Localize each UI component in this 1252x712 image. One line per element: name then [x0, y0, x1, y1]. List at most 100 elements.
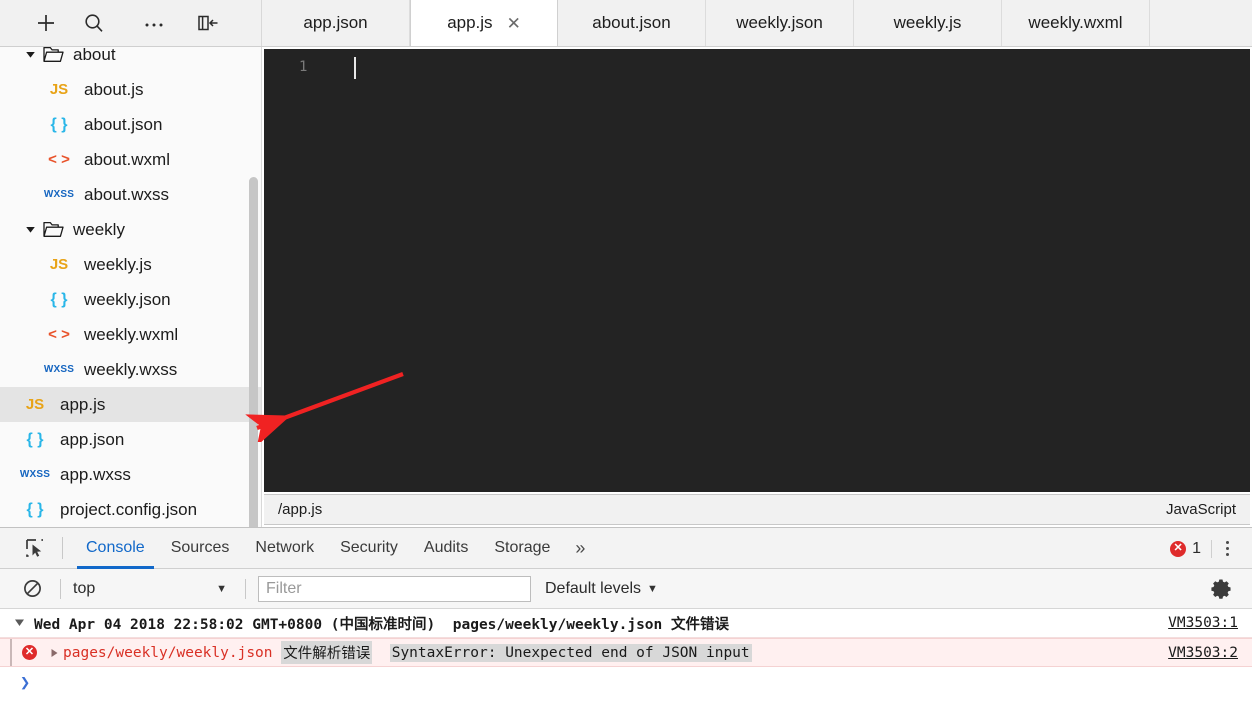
tree-folder-about[interactable]: about [0, 47, 261, 72]
tree-item-label: about [73, 47, 116, 64]
folder-icon [42, 221, 64, 238]
error-icon: ✕ [1170, 540, 1187, 557]
console-filter-bar: top ▼ Default levels ▼ [0, 569, 1252, 609]
text-cursor [354, 57, 356, 79]
add-icon[interactable] [22, 3, 70, 43]
tree-folder-weekly[interactable]: weekly [0, 212, 261, 247]
editor-toolbar [0, 0, 262, 46]
tree-file-about-wxss[interactable]: WXSS about.wxss [0, 177, 261, 212]
tree-file-about-json[interactable]: { } about.json [0, 107, 261, 142]
editor-horizontal-scrollbar[interactable] [266, 49, 1250, 56]
console-prompt-row[interactable]: ❯ [0, 667, 1252, 699]
console-output[interactable]: Wed Apr 04 2018 22:58:02 GMT+0800 (中国标准时… [0, 609, 1252, 711]
collapse-arrow-icon[interactable] [10, 618, 28, 628]
devtools-tab-console[interactable]: Console [73, 528, 158, 569]
console-source-link[interactable]: VM3503:1 [1168, 615, 1238, 631]
tree-file-project-config-json[interactable]: { } project.config.json [0, 492, 261, 527]
inspect-element-icon[interactable] [18, 531, 52, 565]
devtools-tab-storage[interactable]: Storage [481, 528, 563, 569]
js-file-icon: JS [49, 81, 69, 98]
tree-file-about-js[interactable]: JS about.js [0, 72, 261, 107]
tree-file-weekly-json[interactable]: { } weekly.json [0, 282, 261, 317]
collapse-panel-icon[interactable] [184, 3, 232, 43]
console-source-link[interactable]: VM3503:2 [1168, 645, 1238, 661]
gear-icon[interactable] [1210, 577, 1234, 601]
search-icon[interactable] [70, 3, 118, 43]
devtools-window: app.json app.js ✕ about.json weekly.json week… [0, 0, 1252, 712]
chevron-down-icon[interactable] [22, 222, 38, 238]
devtools-menu-icon[interactable] [1212, 528, 1242, 569]
tree-file-about-wxml[interactable]: < > about.wxml [0, 142, 261, 177]
console-log-timestamp: Wed Apr 04 2018 22:58:02 GMT+0800 (中国标准时… [34, 616, 436, 633]
wxss-file-icon: WXSS [43, 188, 75, 200]
toolbar-divider [60, 578, 61, 599]
code-editor-pane: 1 /app.js JavaScript [262, 47, 1252, 527]
tree-item-label: about.wxss [84, 184, 170, 204]
wxss-file-icon: WXSS [19, 468, 51, 480]
console-filter-input[interactable] [258, 575, 531, 602]
tree-item-label: about.wxml [84, 149, 170, 169]
tree-item-label: weekly.wxml [84, 324, 179, 344]
tree-item-label: app.js [60, 394, 106, 414]
prompt-chevron-icon: ❯ [20, 673, 31, 693]
tree-file-app-js[interactable]: JS app.js [0, 387, 261, 422]
chevron-down-icon[interactable] [22, 47, 38, 63]
log-levels-select[interactable]: Default levels ▼ [545, 580, 658, 598]
console-error-link[interactable]: pages/weekly/weekly.json [63, 645, 273, 661]
tree-item-label: about.js [84, 79, 144, 99]
error-count-value: 1 [1192, 539, 1201, 557]
json-file-icon: { } [26, 430, 44, 448]
editor-tab-label: app.js [447, 13, 493, 32]
editor-tab-about-json[interactable]: about.json [558, 0, 706, 46]
json-file-icon: { } [50, 115, 68, 133]
code-editor[interactable]: 1 [264, 49, 1250, 492]
tree-file-app-json[interactable]: { } app.json [0, 422, 261, 457]
more-tabs-icon[interactable]: » [563, 528, 597, 569]
status-file-path: /app.js [278, 501, 323, 518]
console-log-row[interactable]: ✕ pages/weekly/weekly.json 文件解析错误 SyntaxE… [0, 638, 1252, 667]
clear-console-icon[interactable] [16, 573, 48, 605]
editor-tab-label: app.json [303, 13, 368, 32]
error-count-badge[interactable]: ✕ 1 [1170, 539, 1212, 558]
tree-file-weekly-wxml[interactable]: < > weekly.wxml [0, 317, 261, 352]
tree-item-label: weekly.wxss [84, 359, 178, 379]
editor-tab-weekly-wxml[interactable]: weekly.wxml [1002, 0, 1150, 46]
file-tree-panel[interactable]: about JS about.js{ } about.json < > about.wxm… [0, 47, 262, 527]
devtools-panel: Console Sources Network Security Audits Stora… [0, 527, 1252, 712]
tree-item-label: project.config.json [60, 499, 198, 519]
console-log-row[interactable]: Wed Apr 04 2018 22:58:02 GMT+0800 (中国标准时… [0, 609, 1252, 638]
tree-file-app-wxss[interactable]: WXSS app.wxss [0, 457, 261, 492]
close-icon[interactable]: ✕ [507, 15, 521, 32]
devtools-tab-sources[interactable]: Sources [158, 528, 243, 569]
tree-item-label: app.json [60, 429, 125, 449]
log-levels-value: Default levels [545, 579, 642, 597]
devtools-tab-audits[interactable]: Audits [411, 528, 481, 569]
tree-item-label: weekly.js [84, 254, 152, 274]
js-file-icon: JS [49, 256, 69, 273]
devtools-tab-security[interactable]: Security [327, 528, 411, 569]
editor-tab-label: weekly.wxml [1028, 13, 1123, 32]
console-context-select[interactable]: top ▼ [73, 580, 233, 598]
error-icon: ✕ [22, 645, 37, 660]
editor-tab-app-json[interactable]: app.json [262, 0, 410, 46]
tree-file-weekly-wxss[interactable]: WXSS weekly.wxss [0, 352, 261, 387]
tree-file-weekly-js[interactable]: JS weekly.js [0, 247, 261, 282]
console-error-highlight: 文件解析错误 [281, 641, 373, 664]
file-tree-scrollbar[interactable] [249, 177, 258, 527]
devtools-tab-network[interactable]: Network [242, 528, 327, 569]
more-icon[interactable] [130, 3, 178, 43]
js-file-icon: JS [25, 396, 45, 413]
top-bar: app.json app.js ✕ about.json weekly.json week… [0, 0, 1252, 47]
console-error-message: SyntaxError: Unexpected end of JSON inpu… [389, 643, 752, 662]
expand-arrow-icon[interactable] [45, 648, 63, 658]
editor-tab-weekly-js[interactable]: weekly.js [854, 0, 1002, 46]
status-language: JavaScript [1165, 501, 1236, 518]
editor-tab-weekly-json[interactable]: weekly.json [706, 0, 854, 46]
chevron-down-icon: ▼ [216, 582, 227, 595]
editor-tab-app-js[interactable]: app.js ✕ [410, 0, 558, 46]
editor-tab-strip: app.json app.js ✕ about.json weekly.json week… [262, 0, 1252, 46]
console-log-message: pages/weekly/weekly.json 文件错误 [452, 616, 729, 633]
chevron-down-icon: ▼ [647, 582, 658, 595]
